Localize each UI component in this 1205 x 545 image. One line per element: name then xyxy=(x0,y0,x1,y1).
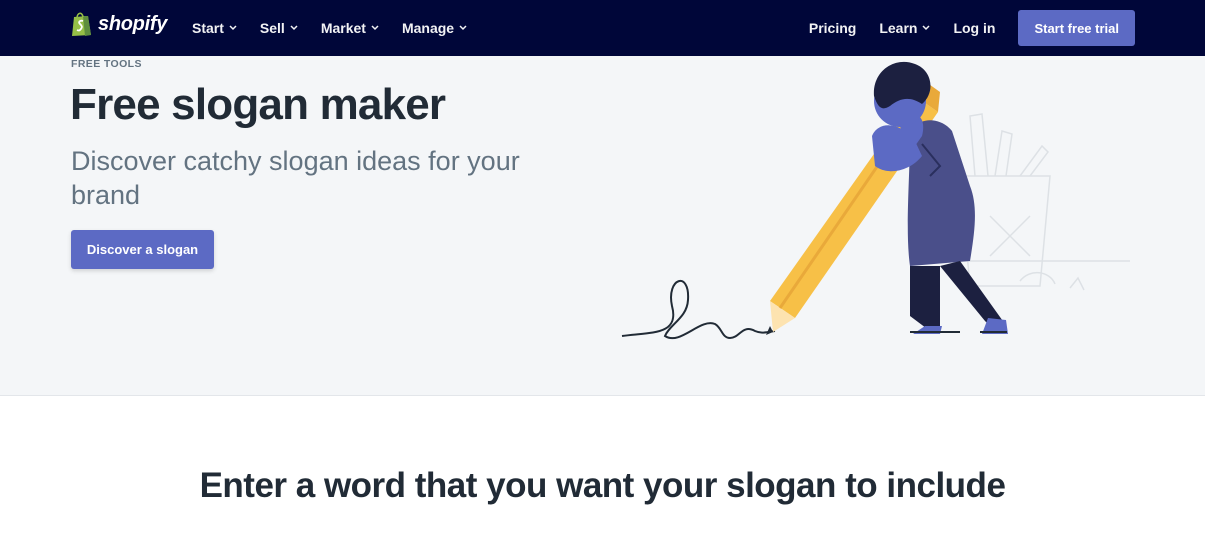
primary-nav: Start Sell Market Manage xyxy=(192,0,467,56)
secondary-nav: Pricing Learn Log in Start free trial xyxy=(809,0,1135,56)
page-title: Free slogan maker xyxy=(70,80,446,129)
shopify-logo[interactable]: shopify xyxy=(70,11,167,37)
chevron-down-icon xyxy=(371,25,379,31)
person-figure xyxy=(872,61,1008,334)
nav-start-label: Start xyxy=(192,20,224,36)
nav-manage[interactable]: Manage xyxy=(402,20,467,36)
section-title: Enter a word that you want your slogan t… xyxy=(199,466,1006,505)
start-free-trial-button[interactable]: Start free trial xyxy=(1018,10,1135,46)
hero-subtitle: Discover catchy slogan ideas for your br… xyxy=(71,146,520,210)
chevron-down-icon xyxy=(290,25,298,31)
signature-squiggle xyxy=(621,280,776,340)
chevron-down-icon xyxy=(922,25,930,31)
nav-market[interactable]: Market xyxy=(321,20,379,36)
hero-section: FREE TOOLS Free slogan maker Discover ca… xyxy=(0,56,1205,396)
pencil-illustration xyxy=(621,61,1130,340)
chevron-down-icon xyxy=(459,25,467,31)
nav-login[interactable]: Log in xyxy=(953,20,995,36)
brand-wordmark: shopify xyxy=(98,12,168,35)
shopping-bag-icon xyxy=(72,12,91,36)
chevron-down-icon xyxy=(229,25,237,31)
nav-market-label: Market xyxy=(320,20,366,36)
nav-learn-label: Learn xyxy=(879,20,918,36)
nav-learn[interactable]: Learn xyxy=(879,20,930,36)
nav-start[interactable]: Start xyxy=(192,20,237,36)
nav-sell[interactable]: Sell xyxy=(260,20,298,36)
top-navigation: shopify Start Sell Market Manage Pricing… xyxy=(0,0,1205,56)
eyebrow-label: FREE TOOLS xyxy=(71,58,142,70)
nav-manage-label: Manage xyxy=(401,20,455,36)
nav-sell-label: Sell xyxy=(259,20,285,36)
discover-slogan-button[interactable]: Discover a slogan xyxy=(71,230,214,269)
nav-pricing[interactable]: Pricing xyxy=(809,20,856,36)
